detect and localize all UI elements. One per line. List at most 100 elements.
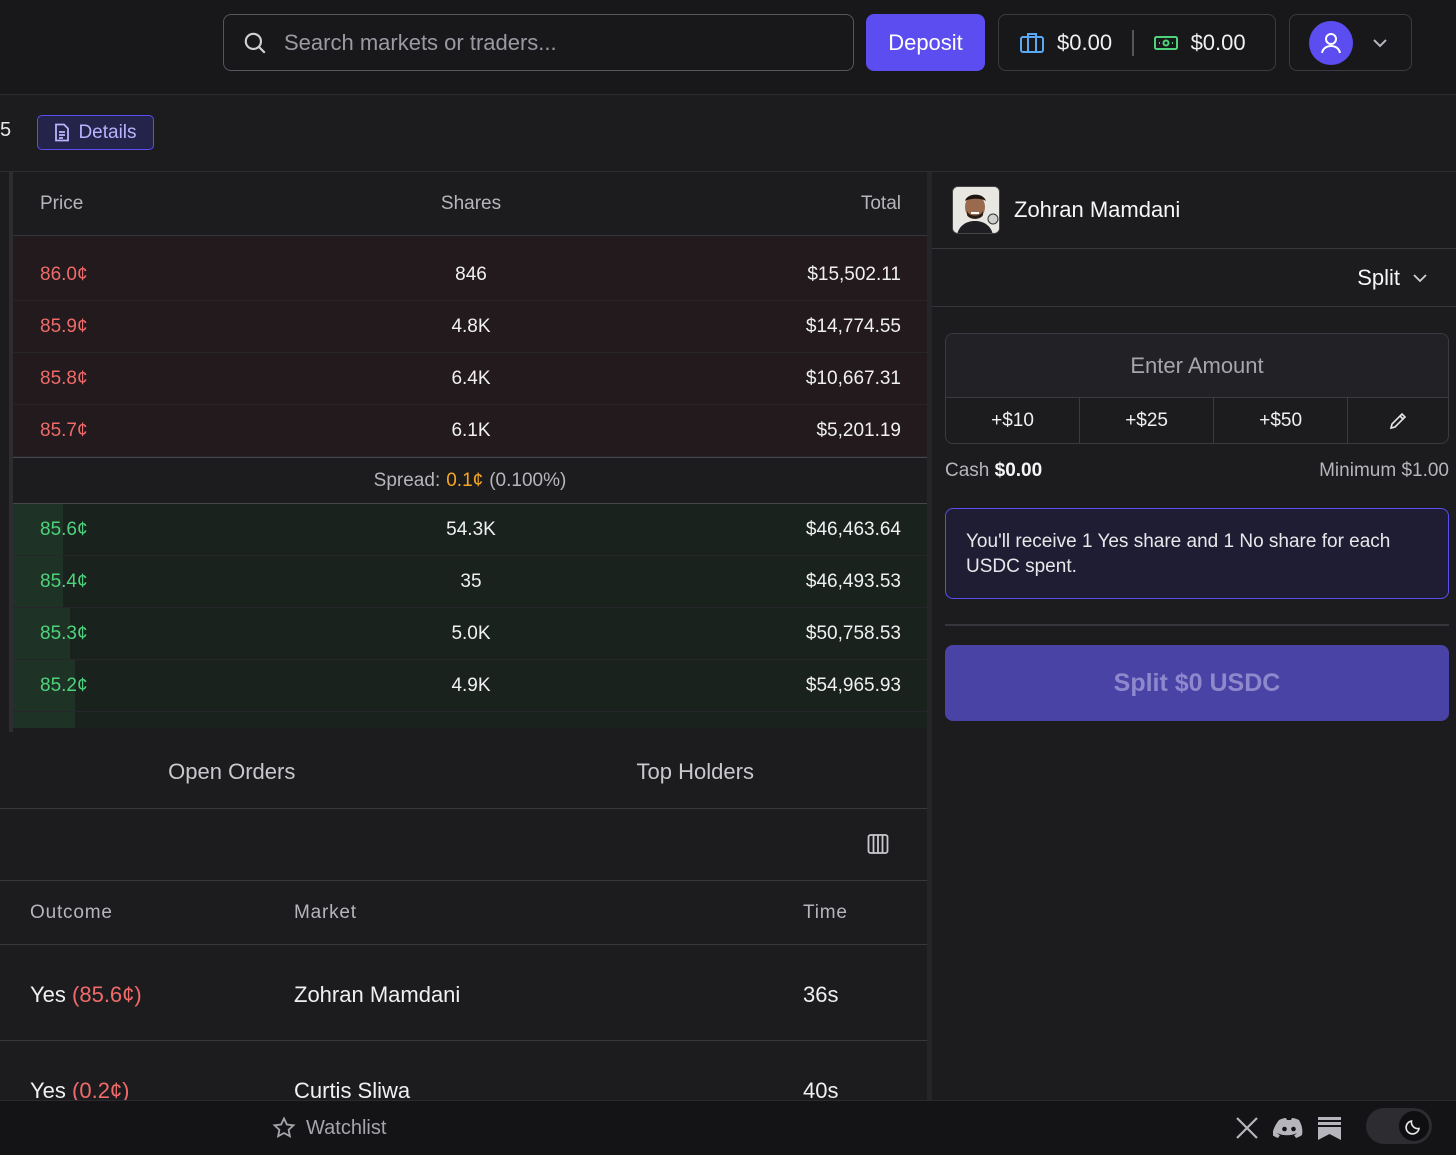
edit-amounts-button[interactable]	[1348, 398, 1448, 443]
deposit-button[interactable]: Deposit	[866, 14, 985, 71]
split-info-text: You'll receive 1 Yes share and 1 No shar…	[966, 531, 1391, 577]
ask-row[interactable]: 85.9¢ 4.8K $14,774.55	[13, 301, 927, 353]
cash-row: Cash $0.00 Minimum $1.00	[945, 460, 1449, 482]
price-cell: 85.7¢	[40, 419, 88, 441]
footer-bar: Watchlist	[0, 1100, 1456, 1155]
total-cell: $54,965.93	[805, 674, 901, 696]
watchlist-link[interactable]: Watchlist	[272, 1116, 386, 1140]
balances-widget[interactable]: $0.00 $0.00	[998, 14, 1276, 71]
total-cell: $10,667.31	[805, 367, 901, 389]
truncated-text: 5	[0, 119, 12, 141]
shares-cell: 6.1K	[451, 419, 491, 441]
time-column-header: Time	[803, 902, 848, 923]
shares-cell: 5.0K	[451, 622, 491, 644]
bid-row[interactable]: 85.3¢ 5.0K $50,758.53	[13, 608, 927, 660]
total-column-header: Total	[860, 192, 901, 214]
minimum-amount: Minimum $1.00	[1319, 460, 1449, 481]
x-icon[interactable]	[1234, 1115, 1260, 1141]
shares-cell: 54.3K	[446, 518, 496, 540]
total-cell: $50,758.53	[805, 622, 901, 644]
price-cell: 85.9¢	[40, 315, 88, 337]
trade-panel-header: Zohran Mamdani	[932, 172, 1456, 249]
watchlist-label: Watchlist	[306, 1116, 387, 1139]
market-subheader: 5 Details	[0, 95, 1456, 172]
search-box[interactable]	[223, 14, 854, 71]
ask-row[interactable]: 86.0¢ 846 $15,502.11	[13, 249, 927, 301]
balance-divider	[1132, 29, 1134, 56]
bids-list: 85.6¢ 54.3K $46,463.64 85.4¢ 35 $46,493.53 85.…	[13, 504, 927, 712]
market-column-header: Market	[294, 902, 357, 923]
cash-balance[interactable]: $0.00	[1153, 30, 1246, 56]
split-info-box: You'll receive 1 Yes share and 1 No shar…	[945, 508, 1449, 599]
price-cell: 85.8¢	[40, 367, 88, 389]
shares-cell: 35	[460, 570, 482, 592]
briefcase-icon	[1020, 32, 1044, 53]
avatar[interactable]	[1309, 20, 1353, 65]
bid-row[interactable]: 85.4¢ 35 $46,493.53	[13, 556, 927, 608]
account-menu[interactable]	[1289, 14, 1412, 71]
outcome-cell: Yes (85.6¢)	[30, 982, 142, 1008]
columns-icon[interactable]	[867, 833, 889, 855]
orders-table-header: Outcome Market Time	[0, 881, 927, 945]
spread-label: Spread:	[373, 469, 441, 491]
details-button[interactable]: Details	[37, 115, 154, 150]
tab-top-holders[interactable]: Top Holders	[464, 735, 928, 808]
discord-icon[interactable]	[1273, 1115, 1305, 1141]
quick-add-25-button[interactable]: +$25	[1080, 398, 1215, 443]
search-icon	[244, 32, 266, 54]
amount-field-wrapper	[946, 334, 1448, 398]
market-cell: Zohran Mamdani	[294, 982, 461, 1007]
total-cell: $15,502.11	[807, 263, 901, 285]
activity-tabs: Open Orders Top Holders	[0, 735, 927, 809]
spread-percent: (0.100%)	[489, 469, 567, 491]
amount-input[interactable]	[946, 352, 1448, 379]
spread-row: Spread: 0.1¢ (0.100%)	[13, 457, 927, 504]
shares-cell: 846	[455, 263, 487, 285]
bid-row[interactable]: 85.6¢ 54.3K $46,463.64	[13, 504, 927, 556]
cash-label: Cash	[945, 460, 990, 481]
cash-value: $0.00	[994, 460, 1043, 481]
amount-box: +$10 +$25 +$50	[945, 333, 1449, 444]
search-input[interactable]	[284, 29, 824, 56]
market-avatar	[952, 186, 1000, 234]
table-row[interactable]: Yes (85.6¢) Zohran Mamdani 36s	[0, 945, 927, 1041]
split-submit-button[interactable]: Split $0 USDC	[945, 645, 1449, 721]
user-icon	[1321, 32, 1341, 53]
ask-row[interactable]: 85.7¢ 6.1K $5,201.19	[13, 405, 927, 457]
theme-toggle-knob	[1399, 1111, 1429, 1141]
orders-toolbar	[0, 809, 927, 881]
chevron-down-icon[interactable]	[1371, 37, 1389, 49]
cash-icon	[1153, 35, 1178, 50]
total-cell: $14,774.55	[805, 315, 901, 337]
pencil-icon	[1389, 412, 1407, 429]
bid-row[interactable]: 85.2¢ 4.9K $54,965.93	[13, 660, 927, 712]
asks-top-spacer	[13, 236, 927, 249]
quick-add-10-button[interactable]: +$10	[946, 398, 1081, 443]
price-cell: 85.2¢	[40, 674, 88, 696]
portfolio-balance[interactable]: $0.00	[1019, 30, 1112, 56]
shares-column-header: Shares	[440, 192, 502, 214]
ask-row[interactable]: 85.8¢ 6.4K $10,667.31	[13, 353, 927, 405]
quick-add-50-button[interactable]: +$50	[1214, 398, 1349, 443]
price-cell: 85.6¢	[40, 518, 88, 540]
total-cell: $5,201.19	[816, 419, 901, 441]
price-column-header: Price	[40, 192, 84, 214]
cash-balance-value: $0.00	[1190, 29, 1246, 55]
shares-cell: 4.9K	[451, 674, 491, 696]
tab-open-orders[interactable]: Open Orders	[0, 735, 464, 808]
order-book: Price Shares Total 86.0¢ 846 $15,502.11 85.…	[9, 172, 927, 732]
newsletter-icon[interactable]	[1317, 1115, 1342, 1141]
mode-selector[interactable]: Split	[932, 249, 1456, 307]
time-cell: 36s	[803, 982, 839, 1007]
mode-label: Split	[1357, 264, 1400, 290]
order-book-header: Price Shares Total	[13, 172, 927, 236]
chevron-down-icon	[1413, 273, 1427, 282]
asks-list: 86.0¢ 846 $15,502.11 85.9¢ 4.8K $14,774.55 85.…	[13, 249, 927, 457]
outcome-text: Yes	[30, 982, 66, 1007]
document-icon	[55, 123, 70, 142]
shares-cell: 6.4K	[451, 367, 491, 389]
portfolio-balance-value: $0.00	[1057, 29, 1113, 55]
details-label: Details	[78, 121, 137, 143]
total-cell: $46,463.64	[805, 518, 901, 540]
theme-toggle[interactable]	[1366, 1108, 1432, 1144]
